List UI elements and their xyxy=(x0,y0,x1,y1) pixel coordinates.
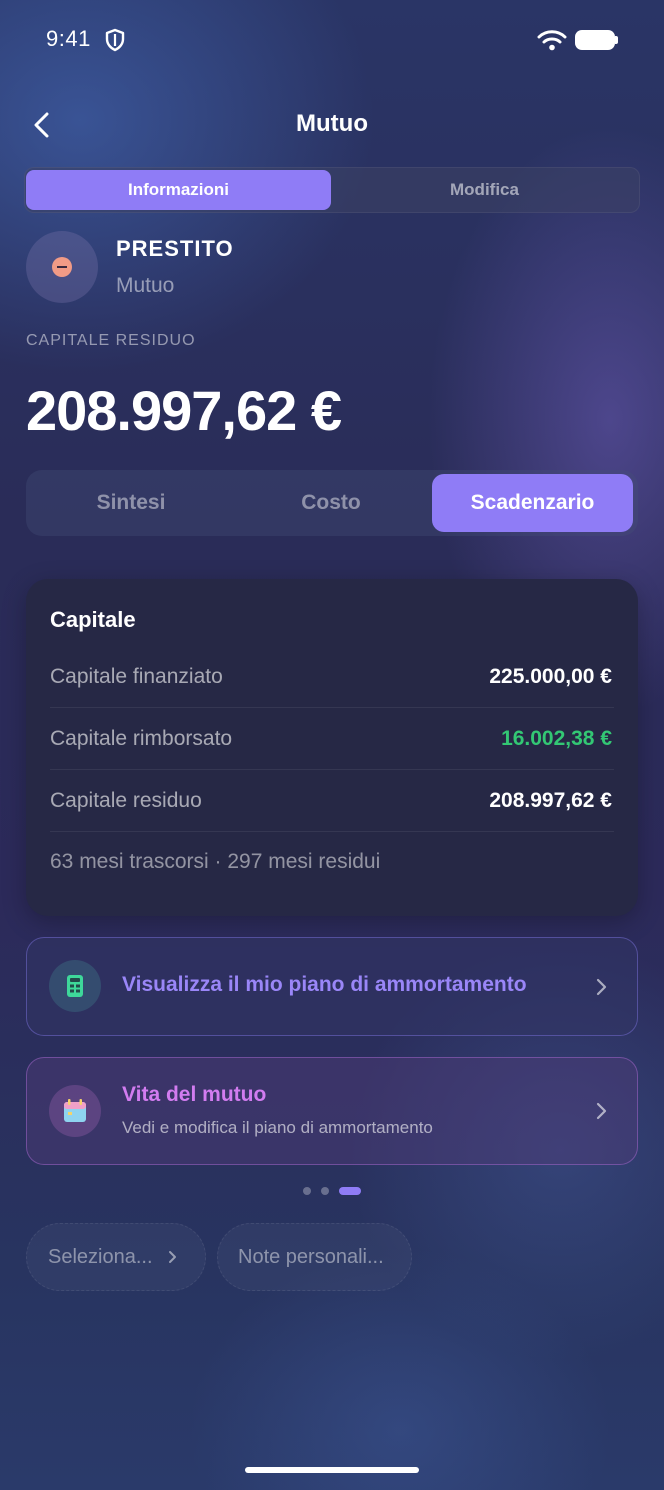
row-divider xyxy=(50,707,614,708)
personal-notes-label: Note personali... xyxy=(238,1245,384,1268)
row-label-residuo: Capitale residuo xyxy=(50,789,202,812)
row-value-rimborsato: 16.002,38 € xyxy=(501,727,612,750)
status-time: 9:41 xyxy=(46,26,91,51)
battery-icon xyxy=(575,30,615,50)
calculator-icon xyxy=(49,960,101,1012)
tab-informazioni[interactable]: Informazioni xyxy=(26,170,331,210)
balance-label: CAPITALE RESIDUO xyxy=(26,332,196,349)
loan-life-button[interactable] xyxy=(26,1057,638,1165)
account-name: PRESTITO xyxy=(116,236,234,261)
row-label-finanziato: Capitale finanziato xyxy=(50,665,223,688)
account-type: Mutuo xyxy=(116,274,175,297)
card-title: Capitale xyxy=(50,607,136,632)
months-summary: 63 mesi trascorsi · 297 mesi residui xyxy=(50,850,381,873)
wifi-icon xyxy=(537,30,567,51)
chevron-right-icon xyxy=(596,1102,607,1120)
page-dot[interactable] xyxy=(303,1187,311,1195)
balance-value: 208.997,62 € xyxy=(26,379,342,442)
battery-tip xyxy=(615,36,618,44)
tab-sintesi[interactable]: Sintesi xyxy=(31,474,231,532)
shield-icon xyxy=(105,28,125,52)
loan-life-subtitle: Vedi e modifica il piano di ammortamento xyxy=(122,1118,433,1137)
chevron-right-icon xyxy=(596,978,607,996)
calendar-icon xyxy=(49,1085,101,1137)
chevron-right-icon xyxy=(168,1251,176,1263)
page-dot-active[interactable] xyxy=(339,1187,361,1195)
row-value-finanziato: 225.000,00 € xyxy=(489,665,612,688)
tab-scadenzario[interactable]: Scadenzario xyxy=(432,474,633,532)
row-divider xyxy=(50,769,614,770)
loan-life-title: Vita del mutuo xyxy=(122,1083,267,1106)
amortization-plan-label: Visualizza il mio piano di ammortamento xyxy=(122,973,527,996)
home-indicator[interactable] xyxy=(245,1467,419,1473)
tab-costo[interactable]: Costo xyxy=(231,474,431,532)
select-category-pill[interactable]: Seleziona... xyxy=(26,1223,206,1291)
select-category-label: Seleziona... xyxy=(48,1245,153,1268)
page-dot[interactable] xyxy=(321,1187,329,1195)
page-title: Mutuo xyxy=(296,110,368,137)
tab-modifica[interactable]: Modifica xyxy=(331,170,638,210)
row-label-rimborsato: Capitale rimborsato xyxy=(50,727,233,750)
row-divider xyxy=(50,831,614,832)
row-value-residuo: 208.997,62 € xyxy=(489,789,612,812)
personal-notes-pill[interactable]: Note personali... xyxy=(217,1223,412,1291)
minus-glyph xyxy=(57,266,67,268)
